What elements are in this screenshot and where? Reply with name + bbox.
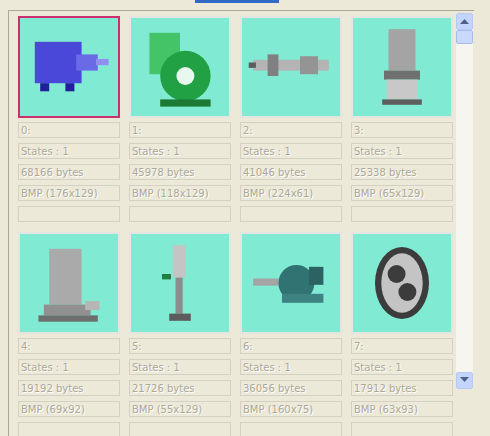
bitmap-tile[interactable] [129,232,231,334]
bitmap-tile[interactable] [351,232,453,334]
size-field: 68166 bytes [18,164,120,180]
empty-field [351,422,453,436]
size-field: 36056 bytes [240,380,342,396]
bitmap-item[interactable]: 0: States : 1 68166 bytes BMP (176x129) [18,16,120,222]
format-field: BMP (176x129) [18,185,120,201]
index-field: 4: [18,338,120,354]
bitmap-item[interactable]: 6: States : 1 36056 bytes BMP (160x75) [240,232,342,436]
states-field: States : 1 [240,359,342,375]
bitmap-browser: 0: States : 1 68166 bytes BMP (176x129) 1: St… [0,0,490,436]
empty-field [351,206,453,222]
index-field: 0: [18,122,120,138]
states-field: States : 1 [129,359,231,375]
index-field: 2: [240,122,342,138]
index-field: 5: [129,338,231,354]
states-field: States : 1 [351,143,453,159]
size-field: 25338 bytes [351,164,453,180]
scroll-up-button[interactable] [456,13,473,30]
bitmap-tile[interactable] [129,16,231,118]
format-field: BMP (160x75) [240,401,342,417]
format-field: BMP (118x129) [129,185,231,201]
bitmap-item[interactable]: 7: States : 1 17912 bytes BMP (63x93) [351,232,453,436]
bitmap-grid: 0: States : 1 68166 bytes BMP (176x129) 1: St… [9,11,456,436]
pump-icon [24,22,114,112]
pump-icon [357,238,447,328]
pump-icon [24,238,114,328]
size-field: 17912 bytes [351,380,453,396]
bitmap-tile[interactable] [18,232,120,334]
bitmap-tile[interactable] [240,232,342,334]
states-field: States : 1 [129,143,231,159]
up-arrow-icon [460,18,469,24]
format-field: BMP (69x92) [18,401,120,417]
index-field: 6: [240,338,342,354]
states-field: States : 1 [240,143,342,159]
empty-field [240,422,342,436]
pump-icon [135,22,225,112]
size-field: 21726 bytes [129,380,231,396]
format-field: BMP (63x93) [351,401,453,417]
bitmap-item[interactable]: 3: States : 1 25338 bytes BMP (65x129) [351,16,453,222]
scrollbar[interactable] [456,13,473,389]
pump-icon [135,238,225,328]
format-field: BMP (55x129) [129,401,231,417]
index-field: 1: [129,122,231,138]
pump-icon [246,238,336,328]
empty-field [240,206,342,222]
empty-field [129,422,231,436]
format-field: BMP (65x129) [351,185,453,201]
bitmap-tile[interactable] [18,16,120,118]
pump-icon [357,22,447,112]
format-field: BMP (224x61) [240,185,342,201]
size-field: 41046 bytes [240,164,342,180]
states-field: States : 1 [18,359,120,375]
scroll-thumb[interactable] [456,30,473,44]
bitmap-item[interactable]: 1: States : 1 45978 bytes BMP (118x129) [129,16,231,222]
empty-field [129,206,231,222]
down-arrow-icon [460,377,469,383]
states-field: States : 1 [18,143,120,159]
size-field: 45978 bytes [129,164,231,180]
scroll-down-button[interactable] [456,372,473,389]
empty-field [18,206,120,222]
bitmap-tile[interactable] [351,16,453,118]
empty-field [18,422,120,436]
bitmap-list: 0: States : 1 68166 bytes BMP (176x129) 1: St… [8,10,474,436]
top-tab[interactable] [195,0,279,3]
top-strip [0,0,490,10]
states-field: States : 1 [351,359,453,375]
bitmap-item[interactable]: 4: States : 1 19192 bytes BMP (69x92) [18,232,120,436]
bitmap-tile[interactable] [240,16,342,118]
bitmap-item[interactable]: 2: States : 1 41046 bytes BMP (224x61) [240,16,342,222]
pump-icon [246,22,336,112]
size-field: 19192 bytes [18,380,120,396]
bitmap-item[interactable]: 5: States : 1 21726 bytes BMP (55x129) [129,232,231,436]
scroll-track[interactable] [456,30,473,372]
index-field: 7: [351,338,453,354]
index-field: 3: [351,122,453,138]
